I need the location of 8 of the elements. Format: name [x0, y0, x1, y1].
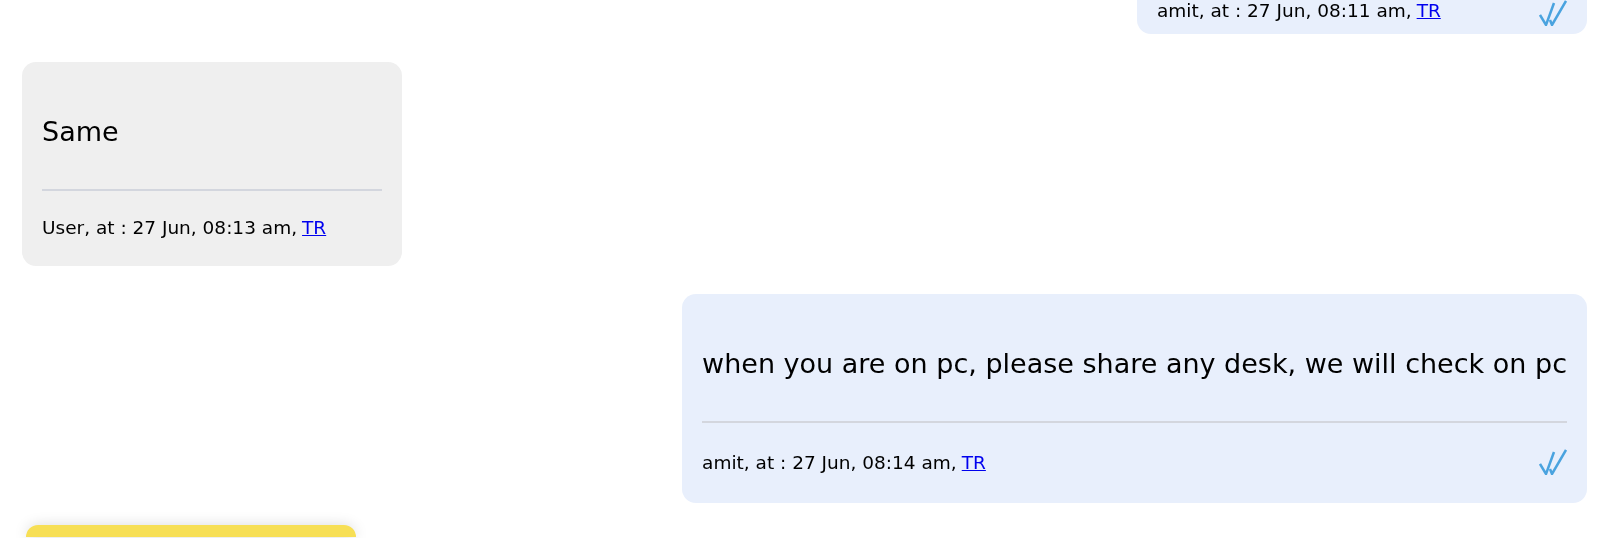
- message-meta: amit, at : 27 Jun, 08:14 am,: [702, 451, 957, 473]
- translate-link[interactable]: TR: [302, 217, 327, 238]
- message-meta: amit, at : 27 Jun, 08:11 am,: [1157, 0, 1412, 21]
- message-text: Same: [42, 116, 382, 191]
- message-text: when you are on pc, please share any desk, we will check on pc: [702, 348, 1567, 423]
- translate-link[interactable]: TR: [1416, 0, 1441, 21]
- message-meta: User, at : 27 Jun, 08:13 am,: [42, 217, 298, 238]
- translate-link[interactable]: TR: [961, 451, 986, 473]
